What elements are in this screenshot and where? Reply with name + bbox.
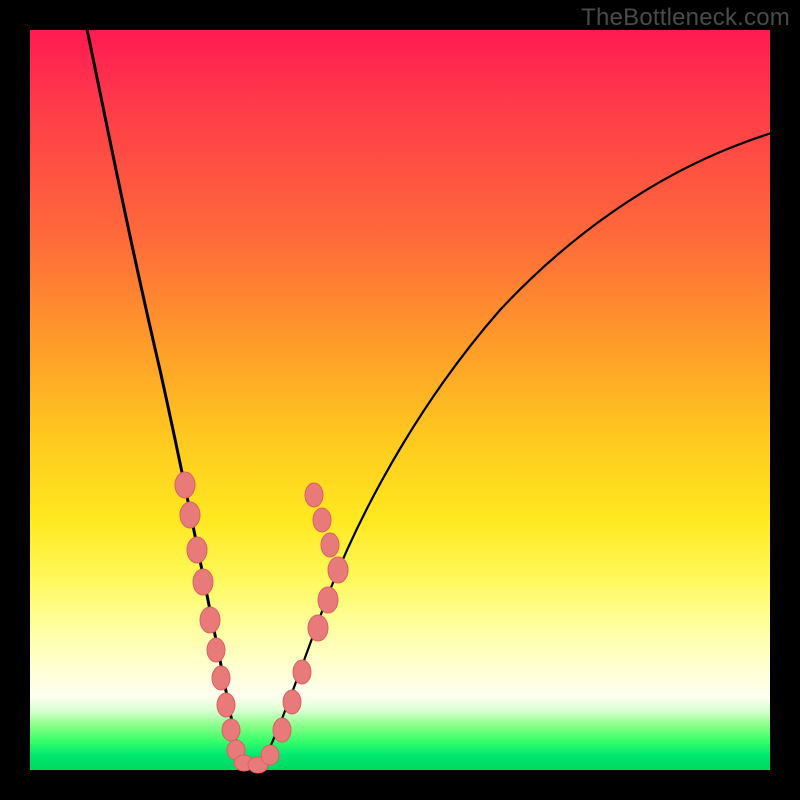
bead bbox=[222, 719, 240, 741]
bead bbox=[273, 718, 291, 742]
bead bbox=[200, 607, 220, 633]
bead bbox=[321, 533, 339, 557]
bead bbox=[313, 508, 331, 532]
right-arm-curve bbox=[260, 132, 775, 768]
curve-layer bbox=[30, 30, 770, 770]
bead bbox=[308, 615, 328, 641]
bead bbox=[193, 569, 213, 595]
bead bbox=[305, 483, 323, 507]
bead bbox=[328, 557, 348, 583]
bead-cluster bbox=[175, 472, 348, 773]
chart-frame: TheBottleneck.com bbox=[0, 0, 800, 800]
bead bbox=[293, 660, 311, 684]
bead bbox=[217, 693, 235, 717]
bead bbox=[187, 537, 207, 563]
bead bbox=[207, 638, 225, 662]
watermark-text: TheBottleneck.com bbox=[581, 4, 790, 32]
bead bbox=[283, 690, 301, 714]
bead bbox=[175, 472, 195, 498]
bead bbox=[261, 745, 279, 765]
bead bbox=[212, 666, 230, 690]
bead bbox=[318, 587, 338, 613]
plot-area bbox=[30, 30, 770, 770]
bead bbox=[180, 502, 200, 528]
